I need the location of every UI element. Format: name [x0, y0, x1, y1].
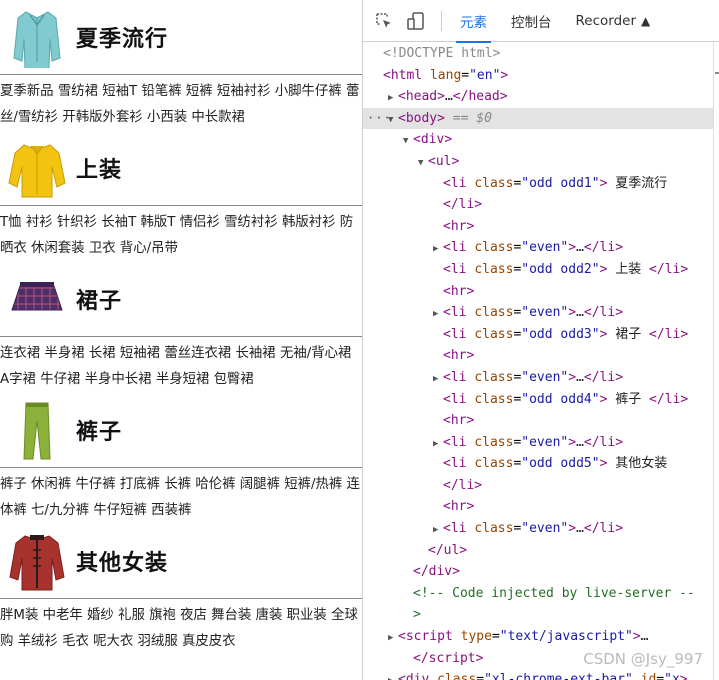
dom-node-line[interactable]: <!DOCTYPE html>: [363, 43, 713, 65]
rendered-page: 夏季流行夏季新品 雪纺裙 短袖T 铅笔裤 短裤 短袖衬衫 小脚牛仔裤 蕾丝/雪纺…: [0, 0, 363, 680]
devtools-panel: 元素 控制台 Recorder ▲ <!DOCTYPE html> <html la…: [363, 0, 719, 680]
expand-toggle-icon[interactable]: ▶: [388, 671, 398, 680]
category-title: 裙子: [76, 289, 123, 314]
expand-toggle-icon[interactable]: ▶: [388, 628, 398, 650]
flask-icon: ▲: [641, 13, 651, 28]
dom-node-line[interactable]: <li class="odd odd5"> 其他女装: [363, 453, 713, 475]
dom-node-line[interactable]: <li class="odd odd3"> 裙子 </li>: [363, 324, 713, 346]
dom-node-line[interactable]: <hr>: [363, 496, 713, 518]
category-links[interactable]: 裤子 休闲裤 牛仔裤 打底裤 长裤 哈伦裤 阔腿裤 短裤/热裤 连体裤 七/九分…: [0, 468, 363, 524]
devtools-toolbar: 元素 控制台 Recorder ▲: [363, 0, 719, 43]
category-title: 其他女装: [76, 551, 169, 576]
expand-toggle-icon[interactable]: ▶: [433, 434, 443, 456]
category-header[interactable]: 其他女装: [0, 524, 363, 598]
yellow-shirt-icon: [6, 137, 68, 199]
category-links[interactable]: 胖M装 中老年 婚纱 礼服 旗袍 夜店 舞台装 唐装 职业装 全球购 羊绒衫 毛…: [0, 599, 363, 655]
category-header[interactable]: 裙子: [0, 262, 363, 336]
dom-node-line[interactable]: ▶<div class="xl-chrome-ext-bar" id="x>: [363, 669, 713, 680]
inspect-cursor-icon[interactable]: [373, 10, 395, 32]
dom-node-line[interactable]: </div>: [363, 561, 713, 583]
tab-label: 控制台: [511, 14, 552, 31]
tab-recorder[interactable]: Recorder ▲: [564, 0, 663, 42]
category-title: 裤子: [76, 420, 123, 445]
dom-node-line[interactable]: <li class="odd odd2"> 上装 </li>: [363, 259, 713, 281]
dom-node-line[interactable]: <html lang="en">: [363, 65, 713, 87]
dom-node-line[interactable]: ▶ <script type="text/javascript">…: [363, 626, 713, 648]
dom-tree: <!DOCTYPE html> <html lang="en"> ▶ <head>…<…: [363, 43, 713, 680]
dom-node-line[interactable]: <hr>: [363, 216, 713, 238]
expand-toggle-icon[interactable]: ▶: [433, 520, 443, 542]
device-toggle-icon[interactable]: [405, 10, 427, 32]
dom-node-line[interactable]: ··· ▼ <body> == $0: [363, 107, 713, 130]
tab-label: 元素: [460, 14, 487, 31]
category-header[interactable]: 上装: [0, 131, 363, 205]
expand-toggle-icon[interactable]: ▶: [433, 369, 443, 391]
expand-toggle-icon[interactable]: ▼: [418, 153, 428, 175]
dom-node-line[interactable]: </li>: [363, 475, 713, 497]
expand-toggle-icon[interactable]: ▶: [433, 239, 443, 261]
dom-node-line[interactable]: ▶ <li class="even">…</li>: [363, 518, 713, 540]
dom-node-line[interactable]: <li class="odd odd1"> 夏季流行: [363, 173, 713, 195]
devtools-side-gutter: [713, 42, 719, 680]
category-title: 上装: [76, 158, 123, 183]
dom-node-line[interactable]: ▶ <head>…</head>: [363, 86, 713, 108]
dom-node-line[interactable]: ▼ <div>: [363, 129, 713, 151]
gutter-mark: [715, 72, 719, 74]
category-links[interactable]: T恤 衬衫 针织衫 长袖T 韩版T 情侣衫 雪纺衬衫 韩版衬衫 防晒衣 休闲套装…: [0, 206, 363, 262]
dom-node-line[interactable]: </ul>: [363, 540, 713, 562]
category-links[interactable]: 连衣裙 半身裙 长裙 短袖裙 蕾丝连衣裙 长袖裙 无袖/背心裙 A字裙 牛仔裙 …: [0, 337, 363, 393]
toolbar-separator: [441, 10, 442, 31]
tab-console[interactable]: 控制台: [499, 0, 564, 42]
dom-node-line[interactable]: <!-- Code injected by live-server --: [363, 583, 713, 605]
expand-toggle-icon[interactable]: ▶: [433, 304, 443, 326]
green-pants-icon: [6, 399, 68, 461]
dom-node-line[interactable]: ▶ <li class="even">…</li>: [363, 302, 713, 324]
expand-toggle-icon[interactable]: ▼: [403, 131, 413, 153]
tab-label: Recorder: [575, 12, 637, 29]
dom-node-line[interactable]: ▶ <li class="even">…</li>: [363, 432, 713, 454]
expand-toggle-icon[interactable]: ▶: [388, 88, 398, 110]
category-title: 夏季流行: [76, 27, 169, 52]
tab-elements[interactable]: 元素: [448, 0, 499, 43]
plaid-skirt-icon: [6, 268, 68, 330]
dom-node-line[interactable]: >: [363, 604, 713, 626]
dom-node-line[interactable]: <li class="odd odd4"> 裤子 </li>: [363, 389, 713, 411]
red-coat-icon: [6, 530, 68, 592]
category-header[interactable]: 夏季流行: [0, 0, 363, 74]
category-links[interactable]: 夏季新品 雪纺裙 短袖T 铅笔裤 短裤 短袖衬衫 小脚牛仔裤 蕾丝/雪纺衫 开韩…: [0, 75, 363, 131]
more-options-icon[interactable]: ···: [367, 108, 392, 130]
dom-node-line[interactable]: ▶ <li class="even">…</li>: [363, 367, 713, 389]
watermark: CSDN @Jsy_997: [583, 650, 703, 668]
dom-node-line[interactable]: </li>: [363, 194, 713, 216]
dom-node-line[interactable]: <hr>: [363, 281, 713, 303]
dom-node-line[interactable]: <hr>: [363, 410, 713, 432]
dom-node-line[interactable]: ▶ <li class="even">…</li>: [363, 237, 713, 259]
category-header[interactable]: 裤子: [0, 393, 363, 467]
dom-node-line[interactable]: <hr>: [363, 345, 713, 367]
jacket-teal-icon: [6, 6, 68, 70]
dom-node-line[interactable]: ▼ <ul>: [363, 151, 713, 173]
